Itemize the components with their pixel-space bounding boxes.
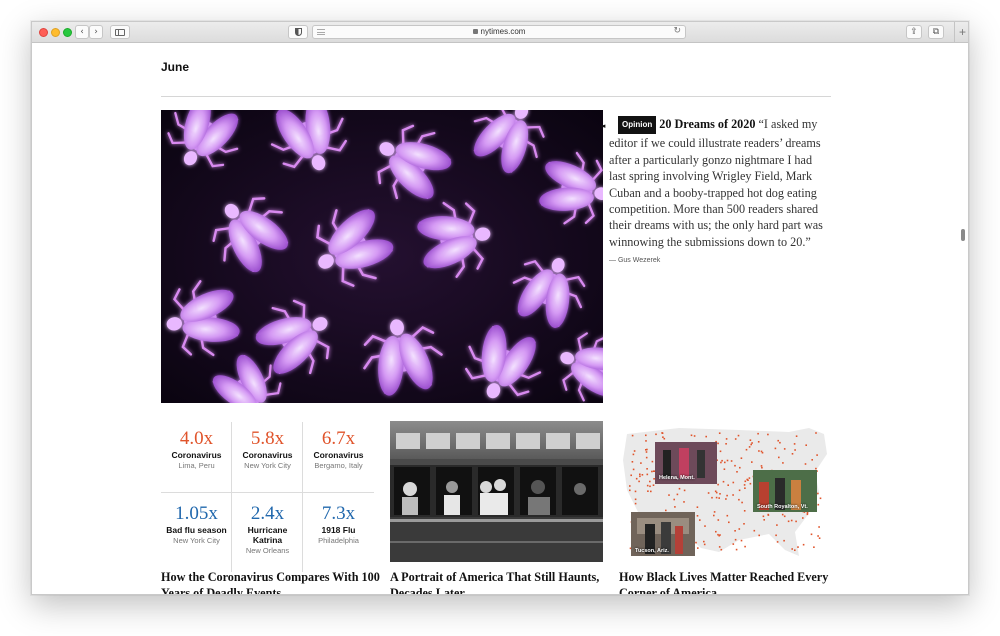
insects-illustration (161, 110, 603, 403)
stat-value: 1.05x (175, 503, 218, 524)
stat-value: 6.7x (321, 428, 356, 449)
stat-value: 4.0x (179, 428, 214, 449)
stat-label: Coronavirus (313, 450, 364, 460)
stat-location: Philadelphia (318, 536, 359, 545)
opinion-badge: Opinion (618, 116, 657, 135)
trolley-photo[interactable] (390, 421, 603, 562)
card-title-portrait[interactable]: A Portrait of America That Still Haunts,… (390, 569, 610, 594)
privacy-report-button[interactable] (288, 25, 308, 39)
share-icon: ⇪ (910, 27, 918, 37)
scrollbar[interactable] (961, 229, 965, 241)
chevron-right-icon: › (94, 27, 98, 37)
shield-icon (294, 28, 302, 36)
section-title: June (161, 60, 190, 74)
stat-label: Hurricane Katrina (247, 525, 288, 545)
chevron-left-icon: ‹ (80, 27, 84, 37)
page-content: June ◄ Opinion 20 Dreams of 2020 “I aske… (32, 43, 968, 594)
stat-cell: 5.8x Coronavirus New York City (232, 422, 303, 497)
back-button[interactable]: ‹ (75, 25, 89, 39)
reload-icon[interactable]: ↻ (673, 26, 681, 36)
section-divider (161, 96, 831, 97)
stat-value: 5.8x (250, 428, 285, 449)
stats-grid[interactable]: 4.0x Coronavirus Lima, Peru 5.8x Coronav… (161, 422, 374, 572)
stat-value: 2.4x (250, 503, 285, 524)
caret-left-icon: ◄ (600, 122, 606, 130)
url-text: nytimes.com (480, 27, 526, 36)
sidebar-icon (115, 28, 125, 36)
minimize-window-button[interactable] (51, 28, 60, 37)
sidebar-toggle-button[interactable] (110, 25, 130, 39)
stat-cell: 7.3x 1918 Flu Philadelphia (303, 497, 374, 572)
stat-cell: 2.4x Hurricane Katrina New Orleans (232, 497, 303, 572)
stat-location: New York City (173, 536, 220, 545)
map-label: South Royalton, Vt. (757, 504, 808, 510)
new-tab-button[interactable]: + (954, 22, 968, 42)
hero-illustration[interactable] (161, 110, 603, 403)
forward-button[interactable]: › (89, 25, 103, 39)
stat-cell: 6.7x Coronavirus Bergamo, Italy (303, 422, 374, 497)
stat-value: 7.3x (321, 503, 356, 524)
plus-icon: + (958, 25, 966, 39)
close-window-button[interactable] (39, 28, 48, 37)
stat-location: Bergamo, Italy (314, 461, 363, 470)
map-label: Helena, Mont. (659, 475, 695, 481)
lock-icon (472, 29, 478, 34)
browser-window: ‹ › nytimes.com ↻ ⇪ ⧉ + June ◄ Opinion 2… (31, 21, 969, 595)
stat-label: 1918 Flu (321, 525, 356, 535)
stat-label: Coronavirus (242, 450, 293, 460)
browser-toolbar: ‹ › nytimes.com ↻ ⇪ ⧉ + (32, 22, 968, 43)
blm-protest-map[interactable]: Helena, Mont. South Royalton, Vt. Tucson… (619, 420, 831, 562)
stat-label: Bad flu season (166, 525, 227, 535)
hero-quote: “I asked my editor if we could illustrat… (609, 117, 823, 249)
maximize-window-button[interactable] (63, 28, 72, 37)
hero-caption: ◄ Opinion 20 Dreams of 2020 “I asked my e… (600, 116, 831, 270)
stat-location: New York City (244, 461, 291, 470)
trolley-photo-graphic (390, 421, 603, 562)
tab-overview-button[interactable]: ⧉ (928, 25, 944, 39)
map-label: Tucson, Ariz. (635, 548, 669, 554)
us-map-graphic (623, 428, 827, 556)
stat-cell: 1.05x Bad flu season New York City (161, 497, 232, 572)
hero-byline: — Gus Wezerek (609, 257, 661, 265)
stat-location: Lima, Peru (178, 461, 215, 470)
share-button[interactable]: ⇪ (906, 25, 922, 39)
hero-headline[interactable]: 20 Dreams of 2020 (659, 117, 755, 131)
card-title-black-lives-matter[interactable]: How Black Lives Matter Reached Every Cor… (619, 569, 834, 594)
stat-label: Coronavirus (171, 450, 222, 460)
address-bar[interactable]: nytimes.com ↻ (312, 25, 686, 39)
card-title-coronavirus[interactable]: How the Coronavirus Compares With 100 Ye… (161, 569, 381, 594)
stat-cell: 4.0x Coronavirus Lima, Peru (161, 422, 232, 497)
stat-location: New Orleans (245, 546, 290, 555)
tabs-icon: ⧉ (932, 27, 940, 37)
